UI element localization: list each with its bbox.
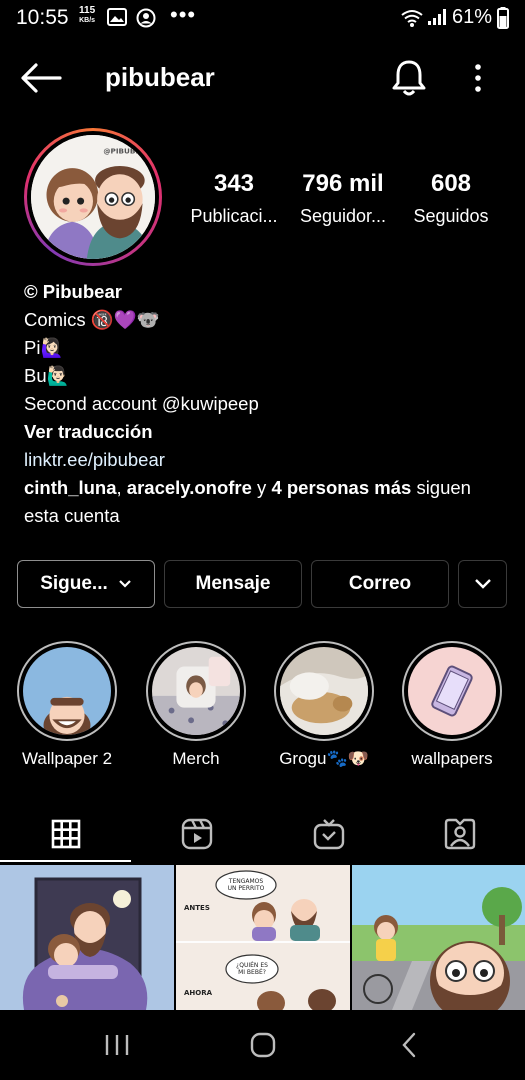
highlight-label: Grogu🐾🐶 (279, 749, 369, 768)
post-thumbnail[interactable]: TENGAMOS UN PERRITO ANTES ¿QUIÉN ES MI BEB… (176, 865, 350, 1010)
post-image: TENGAMOS UN PERRITO ANTES ¿QUIÉN ES MI BEB… (176, 865, 350, 1010)
highlight-label: Merch (172, 749, 220, 768)
followers-count[interactable]: 796 mil Seguidor... (288, 170, 398, 227)
following-value: 608 (430, 170, 472, 197)
followed-by[interactable]: cinth_luna, aracely.onofre y 4 personas … (24, 474, 504, 530)
highlight-label: wallpapers (411, 749, 493, 768)
tab-igtv[interactable] (263, 806, 394, 862)
highlight-cover (152, 647, 240, 735)
see-translation-link[interactable]: Ver traducción (24, 418, 504, 446)
recent-apps-icon (105, 1035, 129, 1055)
phone-icon (408, 647, 496, 735)
bio-line: Bu🙋🏻‍♂️ (24, 365, 70, 386)
post-thumbnail[interactable] (0, 865, 174, 1010)
profile-name: © Pibubear (24, 281, 122, 302)
signal-icon (428, 9, 446, 25)
profile-bio: © Pibubear Comics 🔞💜🐨 Pi🙋🏻‍♀️ Bu🙋🏻‍♂️ Se… (24, 278, 504, 530)
back-arrow-icon (21, 63, 62, 93)
profile-username: pibubear (105, 62, 215, 92)
wifi-icon (401, 10, 423, 27)
battery-icon (497, 7, 509, 29)
email-button[interactable]: Correo (311, 560, 449, 608)
reels-icon (181, 818, 212, 850)
bell-icon (392, 60, 426, 96)
profile-website-link[interactable]: linktr.ee/pibubear (24, 446, 504, 474)
highlight-label: Wallpaper 2 (21, 749, 113, 768)
profile-avatar[interactable]: @PIBUBEAR (24, 128, 162, 266)
profile-header: pibubear (0, 50, 525, 106)
account-icon (136, 8, 156, 28)
svg-text:ANTES: ANTES (184, 904, 210, 912)
highlight-wallpapers[interactable]: wallpapers (392, 641, 512, 769)
bio-line: Pi🙋🏻‍♀️ (24, 337, 64, 358)
post-image (352, 865, 525, 1010)
posts-label: Publicaci... (190, 206, 278, 226)
highlight-cover (280, 647, 368, 735)
more-notifications-icon: ••• (170, 2, 197, 27)
active-tab-indicator (0, 860, 131, 862)
more-options-button[interactable] (468, 60, 488, 96)
avatar-illustration: @PIBUBEAR (31, 135, 155, 259)
following-button[interactable]: Sigue... (17, 560, 155, 608)
tab-reels[interactable] (131, 806, 262, 862)
system-navigation-bar (0, 1010, 525, 1080)
following-label: Seguidos (413, 206, 489, 226)
tagged-user-icon (444, 818, 475, 850)
recent-apps-button[interactable] (97, 1028, 137, 1062)
grid-icon (51, 819, 80, 849)
chevron-left-icon (402, 1032, 416, 1058)
gallery-icon (107, 8, 127, 26)
followers-value: 796 mil (302, 170, 384, 197)
svg-text:@PIBUBEAR: @PIBUBEAR (103, 147, 152, 156)
bio-line: Comics 🔞💜🐨 (24, 309, 160, 330)
posts-count[interactable]: 343 Publicaci... (179, 170, 289, 227)
following-label: Sigue... (40, 573, 108, 594)
following-count[interactable]: 608 Seguidos (396, 170, 506, 227)
posts-value: 343 (213, 170, 255, 197)
post-image (0, 865, 174, 1010)
suggested-accounts-button[interactable] (458, 560, 507, 608)
notifications-button[interactable] (390, 58, 428, 98)
status-bar: 10:55 115 KB/s ••• 61% (0, 0, 525, 40)
highlight-grogu[interactable]: Grogu🐾🐶 (264, 641, 384, 769)
svg-text:TENGAMOSUN PERRITO: TENGAMOS UN PERRITO (228, 878, 265, 892)
back-nav-button[interactable] (390, 1028, 430, 1062)
battery-percent: 61% (452, 6, 493, 28)
tab-tagged[interactable] (394, 806, 525, 862)
followers-label: Seguidor... (299, 206, 387, 226)
home-icon (250, 1032, 276, 1058)
clock: 10:55 (16, 6, 69, 29)
chevron-down-icon (474, 579, 491, 589)
kebab-menu-icon (475, 64, 481, 92)
network-speed: 115 KB/s (79, 5, 96, 25)
message-button[interactable]: Mensaje (164, 560, 302, 608)
bio-line: Second account @kuwipeep (24, 393, 259, 414)
tab-grid[interactable] (0, 806, 131, 862)
back-button[interactable] (20, 62, 62, 94)
svg-text:AHORA: AHORA (184, 989, 213, 997)
chevron-down-icon (119, 580, 131, 588)
highlight-wallpaper-2[interactable]: Wallpaper 2 (7, 641, 127, 769)
home-button[interactable] (243, 1028, 283, 1062)
igtv-icon (313, 819, 344, 850)
highlight-cover (23, 647, 111, 735)
highlight-merch[interactable]: Merch (136, 641, 256, 769)
post-thumbnail[interactable] (352, 865, 525, 1010)
svg-text:¿QUIÉN ESMI BEBÉ?: ¿QUIÉN ES MI BEBÉ? (236, 961, 268, 976)
